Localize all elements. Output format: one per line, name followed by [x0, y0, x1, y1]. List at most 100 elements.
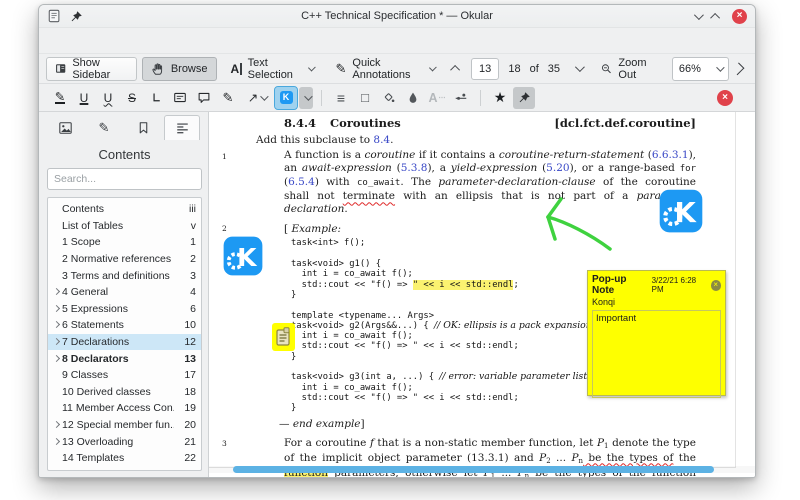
toc-item[interactable]: 12 Special member fun... 20 [48, 417, 201, 434]
previous-page-button[interactable] [448, 57, 466, 81]
toc-item[interactable]: 6 Statements 10 [48, 317, 201, 334]
text-selection-icon: A [231, 62, 242, 76]
menu-item[interactable] [45, 37, 63, 45]
chevron-down-icon [307, 63, 316, 71]
opacity-button[interactable] [402, 87, 424, 109]
toc-tree: Contents iii List of Tables v 1 Scope 1 … [47, 197, 202, 471]
sidebar-panel-title: Contents [98, 147, 151, 162]
expander-icon[interactable] [51, 420, 62, 431]
browse-button[interactable]: Browse [141, 56, 217, 81]
toc-item[interactable]: 3 Terms and definitions 3 [48, 267, 201, 284]
menu-item[interactable] [99, 37, 117, 45]
inline-note-tool-button[interactable] [169, 87, 191, 109]
kde-logo-stamp[interactable]: K [659, 189, 703, 238]
fill-color-icon [384, 93, 395, 103]
maximize-button[interactable] [710, 12, 721, 23]
kde-logo-stamp[interactable]: K [223, 236, 263, 281]
show-sidebar-button[interactable]: Show Sidebar [46, 56, 137, 81]
tab-thumbnails[interactable] [47, 115, 83, 140]
typewriter-tool-button[interactable] [145, 87, 167, 109]
quick-annotations-button[interactable]: ✎ Quick Annotations [327, 57, 443, 81]
highlight-tool-button[interactable]: ✎ [49, 87, 71, 109]
expander-icon[interactable] [51, 337, 62, 348]
titlebar: C++ Technical Specification * — Okular × [39, 5, 755, 28]
menu-item[interactable] [63, 37, 81, 45]
pin-toolbar-button[interactable] [513, 86, 535, 109]
expander-icon[interactable] [51, 353, 62, 364]
chevron-down-icon [429, 63, 437, 71]
expander-icon[interactable] [51, 320, 62, 331]
annotations-pen-icon: ✎ [98, 119, 110, 135]
toc-item[interactable]: 14 Templates 22 [48, 450, 201, 467]
toolbar-separator [321, 89, 322, 106]
next-page-button[interactable] [569, 57, 587, 81]
okular-app-icon [48, 9, 60, 23]
toc-item[interactable]: 9 Classes 17 [48, 367, 201, 384]
favorites-button[interactable]: ★ [489, 87, 511, 109]
strikeout-tool-button[interactable]: S [121, 87, 143, 109]
shape-fill-button[interactable]: □ [354, 87, 376, 109]
star-icon: ★ [493, 89, 507, 105]
page-info: 18 of 35 [508, 62, 561, 75]
stamp-tool-dropdown[interactable] [299, 86, 313, 109]
toc-item[interactable]: 7 Declarations 12 [48, 333, 201, 351]
font-button[interactable]: A ⋯ [426, 87, 448, 109]
tab-bookmarks[interactable] [125, 115, 161, 140]
toc-item[interactable]: 1 Scope 1 [48, 234, 201, 251]
popup-note-close-button[interactable]: × [710, 279, 721, 291]
annotation-color-button[interactable] [378, 87, 400, 109]
okular-window: C++ Technical Specification * — Okular ×… [38, 4, 756, 478]
expander-icon[interactable] [51, 436, 62, 447]
close-window-button[interactable]: × [732, 8, 747, 24]
stamp-tool-button[interactable]: K [274, 85, 298, 110]
expander-icon[interactable] [51, 303, 62, 314]
menu-item[interactable] [171, 37, 189, 45]
toc-item[interactable]: 11 Member Access Con... 19 [48, 400, 201, 417]
horizontal-scrollbar-thumb[interactable] [233, 466, 714, 473]
toolbar-overflow-button[interactable] [731, 61, 745, 76]
chevron-down-icon [574, 62, 585, 73]
page-number-input[interactable]: 13 [471, 57, 500, 80]
menu-item[interactable] [81, 37, 99, 45]
minimize-button[interactable] [693, 9, 704, 20]
popup-note-window[interactable]: Pop-up Note 3/22/21 6:28 PM × Konqi Impo… [587, 270, 726, 398]
menu-item[interactable] [153, 37, 171, 45]
toc-item[interactable]: Contents iii [48, 201, 201, 218]
document-view[interactable]: 8.4.4 Coroutines [dcl.fct.def.coroutine]… [209, 112, 755, 477]
toc-item[interactable]: 13 Overloading 21 [48, 433, 201, 450]
line-arrow-tool-button[interactable]: ↗ [241, 87, 273, 109]
sidebar: ✎ Contents Search... Contents iii List o… [39, 112, 209, 477]
squiggle-tool-button[interactable]: U [97, 87, 119, 109]
tab-annotations[interactable]: ✎ [86, 115, 122, 140]
popup-note-body[interactable]: Important [592, 310, 721, 398]
toc-item[interactable]: 15 Exception handling 23 [48, 467, 201, 470]
toc-item[interactable]: 5 Expressions 6 [48, 301, 201, 318]
line-width-button[interactable]: ≡ [330, 87, 352, 109]
zoom-level-combobox[interactable]: 66% [671, 56, 729, 81]
green-ink-arrow-annotation[interactable] [534, 194, 624, 259]
zoom-out-button[interactable]: Zoom Out [592, 57, 667, 81]
toc-item[interactable]: 2 Normative references 2 [48, 251, 201, 268]
toc-item[interactable]: 8 Declarators 13 [48, 350, 201, 367]
freehand-ink-tool-button[interactable]: ✎ [217, 87, 239, 109]
popup-note-tool-button[interactable] [193, 87, 215, 109]
paragraph-number: 2 [222, 224, 227, 234]
section-heading: 8.4.4 Coroutines [dcl.fct.def.coroutine] [284, 116, 696, 130]
menu-item[interactable] [117, 37, 135, 45]
expander-icon[interactable] [51, 287, 62, 298]
popup-note-icon [198, 92, 210, 103]
advanced-settings-button[interactable] [450, 87, 472, 109]
toc-item[interactable]: 4 General 4 [48, 284, 201, 301]
pen-icon: ✎ [335, 60, 347, 76]
menubar [39, 28, 755, 53]
sidebar-icon [56, 64, 66, 73]
tab-contents[interactable] [164, 115, 200, 140]
text-selection-button[interactable]: A Text Selection [222, 57, 322, 81]
toc-item[interactable]: 10 Derived classes 18 [48, 384, 201, 401]
underline-tool-button[interactable]: U [73, 87, 95, 109]
close-annotation-toolbar-button[interactable]: × [717, 89, 733, 106]
toc-search-input[interactable]: Search... [47, 168, 202, 190]
toc-item[interactable]: List of Tables v [48, 218, 201, 235]
popup-note-anchor-icon[interactable] [272, 323, 295, 351]
menu-item[interactable] [135, 37, 153, 45]
